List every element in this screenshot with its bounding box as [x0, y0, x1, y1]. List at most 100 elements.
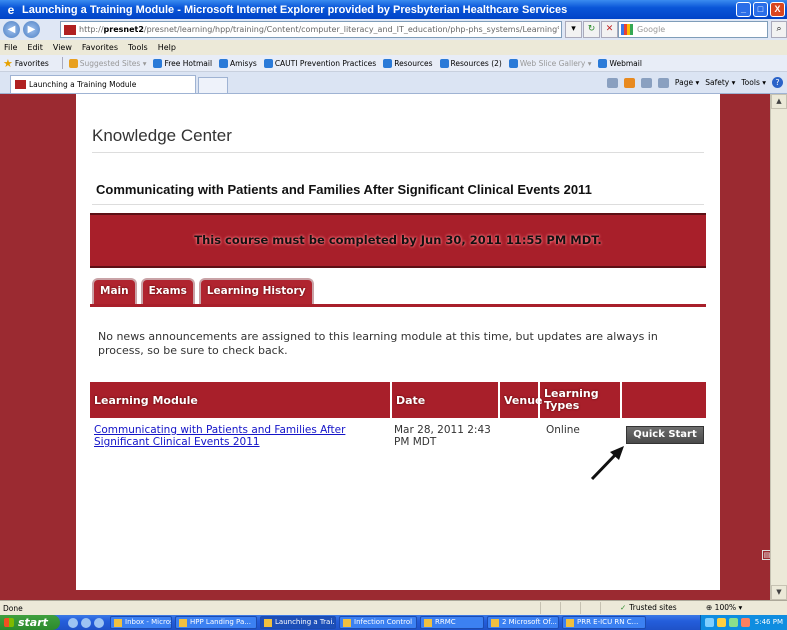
page-viewport: Knowledge Center Communicating with Pati… [0, 94, 787, 600]
ie-quicklaunch-icon[interactable] [68, 617, 78, 628]
checkmark-icon: ✓ [620, 603, 627, 612]
clock[interactable]: 5:46 PM [755, 618, 783, 626]
course-title: Communicating with Patients and Families… [96, 182, 592, 197]
safety-menu[interactable]: Safety ▾ [705, 78, 735, 87]
tray-icon[interactable] [705, 618, 714, 627]
new-tab-button[interactable] [198, 77, 228, 93]
site-favicon-icon [64, 24, 76, 35]
menu-help[interactable]: Help [158, 43, 176, 52]
page-title: Knowledge Center [92, 126, 232, 145]
menu-view[interactable]: View [53, 43, 72, 52]
feeds-icon[interactable] [623, 77, 635, 88]
security-zone[interactable]: ✓ Trusted sites [620, 603, 677, 612]
home-icon[interactable] [606, 77, 618, 88]
ie-page-icon [383, 58, 393, 68]
refresh-icon[interactable]: ↻ [583, 21, 600, 38]
tab-learning-history[interactable]: Learning History [198, 278, 314, 304]
fav-free-hotmail[interactable]: Free Hotmail [153, 58, 212, 68]
quick-start-button[interactable]: Quick Start [626, 426, 704, 444]
tools-menu[interactable]: Tools ▾ [741, 78, 766, 87]
system-tray: 5:46 PM [700, 615, 787, 630]
menu-favorites[interactable]: Favorites [82, 43, 118, 52]
column-header-date: Date [396, 393, 426, 407]
window-titlebar[interactable]: e Launching a Training Module - Microsof… [0, 0, 787, 19]
help-icon[interactable]: ? [772, 77, 783, 88]
minimize-button[interactable]: _ [736, 2, 751, 17]
vertical-scrollbar[interactable]: ▲ ▼ [770, 94, 787, 600]
news-notice: No news announcements are assigned to th… [98, 330, 658, 357]
taskbar-button[interactable]: Infection Control [339, 616, 417, 629]
tray-icon[interactable] [717, 618, 726, 627]
outlook-quicklaunch-icon[interactable] [81, 617, 91, 628]
address-row: ◀ ▶ http://presnet2/presnet/learning/hpp… [0, 19, 787, 40]
tab-underline [90, 304, 706, 307]
menu-bar: File Edit View Favorites Tools Help [0, 40, 787, 55]
address-bar[interactable]: http://presnet2/presnet/learning/hpp/tra… [60, 21, 562, 38]
browser-tab-label: Launching a Training Module [29, 80, 137, 89]
column-header-venue: Venue [504, 393, 543, 407]
forward-button[interactable]: ▶ [23, 21, 40, 38]
page-menu[interactable]: Page ▾ [675, 78, 699, 87]
tab-main[interactable]: Main [92, 278, 137, 304]
close-window-button[interactable]: X [770, 2, 785, 17]
module-date: Mar 28, 2011 2:43 PM MDT [394, 424, 491, 448]
column-header-learning-types: Learning Types [544, 387, 599, 412]
address-dropdown-icon[interactable]: ▾ [565, 21, 582, 38]
menu-file[interactable]: File [4, 43, 17, 52]
divider [620, 382, 622, 418]
scroll-up-icon[interactable]: ▲ [771, 94, 787, 109]
menu-edit[interactable]: Edit [27, 43, 43, 52]
window-title: Launching a Training Module - Microsoft … [22, 3, 568, 16]
mail-icon[interactable] [640, 77, 652, 88]
taskbar-button[interactable]: Launching a Trai... [260, 616, 336, 629]
fav-resources-2[interactable]: Resources (2) [439, 58, 502, 68]
fav-amisys[interactable]: Amisys [219, 58, 257, 68]
start-button[interactable]: start [0, 615, 60, 630]
desktop-quicklaunch-icon[interactable] [94, 617, 104, 628]
scroll-down-icon[interactable]: ▼ [771, 585, 787, 600]
ie-page-icon [598, 58, 608, 68]
browser-tab[interactable]: Launching a Training Module [10, 75, 196, 93]
tab-exams[interactable]: Exams [140, 278, 195, 304]
module-tabs: Main Exams Learning History [92, 278, 314, 304]
window-controls: _ □ X [736, 2, 785, 17]
favorites-button[interactable]: Favorites [15, 59, 49, 68]
web-slice-icon [68, 58, 78, 68]
taskbar-button[interactable]: RRMC [420, 616, 484, 629]
print-icon[interactable] [657, 77, 669, 88]
menu-tools[interactable]: Tools [128, 43, 148, 52]
divider [61, 57, 63, 69]
status-panes [540, 602, 620, 615]
tray-icon[interactable] [729, 618, 738, 627]
ie-logo-icon: e [7, 2, 15, 17]
fav-suggested-sites[interactable]: Suggested Sites ▾ [68, 58, 146, 68]
ie-page-icon [439, 58, 449, 68]
taskbar-button[interactable]: HPP Landing Pa... [175, 616, 257, 629]
fav-webmail[interactable]: Webmail [598, 58, 642, 68]
search-input[interactable]: Google [618, 21, 768, 38]
command-bar: Page ▾ Safety ▾ Tools ▾ ? [606, 77, 783, 88]
site-favicon-icon [15, 80, 26, 89]
taskbar-button[interactable]: 2 Microsoft Of... [487, 616, 559, 629]
fav-web-slice-gallery[interactable]: Web Slice Gallery ▾ [508, 58, 591, 68]
fav-cauti[interactable]: CAUTI Prevention Practices [263, 58, 376, 68]
learning-module-link[interactable]: Communicating with Patients and Families… [94, 424, 384, 448]
favorites-star-icon[interactable]: ★ [3, 57, 13, 70]
ie-page-icon [219, 58, 229, 68]
deadline-alert-text: This course must be completed by Jun 30,… [194, 233, 602, 247]
stop-icon[interactable]: ✕ [601, 21, 618, 38]
taskbar-button[interactable]: PRR E-ICU RN C... [562, 616, 646, 629]
ie-page-icon [153, 58, 163, 68]
search-icon[interactable]: ⌕ [771, 21, 787, 38]
ie-page-icon [263, 58, 273, 68]
pointer-arrow-icon [590, 446, 624, 481]
status-text: Done [3, 603, 23, 613]
divider [92, 204, 704, 205]
tray-icon[interactable] [741, 618, 750, 627]
maximize-button[interactable]: □ [753, 2, 768, 17]
taskbar-button[interactable]: Inbox - Microsof... [110, 616, 172, 629]
zoom-control[interactable]: ⊕ 100% ▾ [706, 603, 742, 612]
fav-resources[interactable]: Resources [383, 58, 433, 68]
back-button[interactable]: ◀ [3, 21, 20, 38]
address-url[interactable]: http://presnet2/presnet/learning/hpp/tra… [79, 25, 559, 34]
